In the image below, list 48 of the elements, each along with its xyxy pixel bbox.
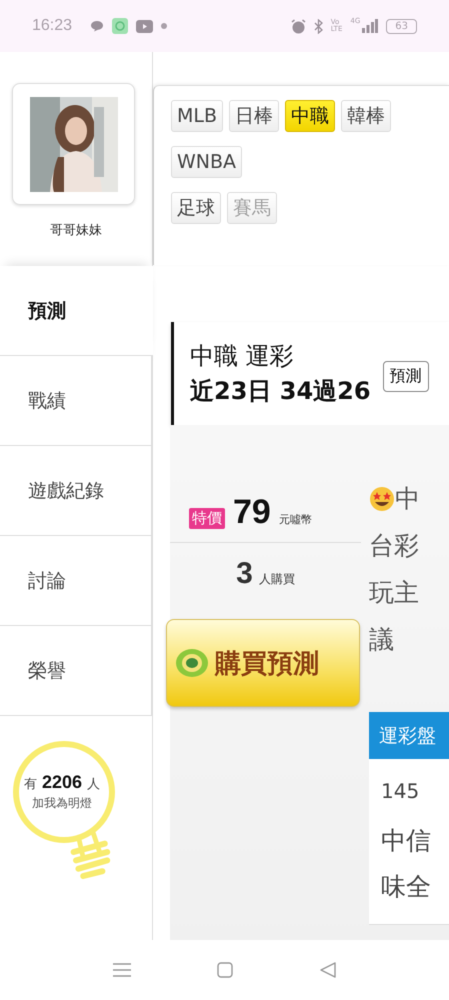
sport-tab[interactable]: WNBA (171, 146, 242, 178)
sport-tab[interactable]: 中職 (285, 100, 336, 132)
signal-icon (362, 19, 378, 33)
bluetooth-icon (314, 18, 323, 34)
sidebar-item[interactable]: 遊戲紀錄 (0, 446, 152, 536)
chat-icon (90, 20, 104, 32)
alarm-icon (290, 18, 306, 34)
sport-tab[interactable]: 韓棒 (341, 100, 392, 132)
video-icon (136, 20, 154, 32)
table-header: 運彩盤 (369, 712, 449, 759)
app-icon (112, 18, 128, 34)
star-eyes-emoji-icon (369, 486, 395, 512)
status-time: 16:23 (32, 17, 72, 35)
sport-tab[interactable]: 日棒 (229, 100, 280, 132)
dot-icon (161, 23, 168, 29)
price-unit: 元噓幣 (278, 512, 312, 527)
prediction-button[interactable]: 預測 (382, 361, 429, 392)
header-title: 中職 運彩 (190, 340, 295, 372)
menu-icon[interactable] (113, 963, 132, 977)
team-name: 中信 (381, 824, 432, 856)
fans-suffix: 人 (87, 776, 100, 793)
description-text: 玩主 (369, 577, 419, 609)
home-icon[interactable] (217, 962, 234, 978)
description-text: 議 (369, 624, 394, 656)
profile-card[interactable] (12, 83, 135, 205)
buyer-count: 3 (236, 557, 253, 591)
fans-prefix: 有 (24, 776, 37, 793)
sale-badge: 特價 (189, 508, 225, 529)
price: 79 (233, 493, 271, 532)
sport-tab[interactable]: MLB (171, 100, 224, 132)
fans-count: 2206 (42, 772, 82, 793)
team-name: 味全 (381, 870, 432, 902)
buy-button[interactable]: 購買預測 (166, 619, 360, 707)
battery-level: 63 (386, 18, 417, 34)
back-icon[interactable] (320, 962, 336, 978)
coin-icon (175, 648, 209, 678)
sidebar-item[interactable]: 榮譽 (0, 626, 152, 716)
sidebar-item[interactable]: 討論 (0, 536, 152, 626)
game-number: 145 (381, 778, 420, 805)
sidebar-item[interactable]: 預測 (0, 266, 153, 356)
buyer-label: 人購買 (258, 571, 295, 588)
fans-caption: 加我為明燈 (31, 795, 93, 812)
profile-name: 哥哥妹妹 (49, 222, 103, 239)
description-text: 台彩 (369, 530, 419, 562)
header-record: 近23日 34過26 (190, 376, 371, 406)
sport-tab[interactable]: 足球 (171, 192, 221, 224)
sidebar-item[interactable]: 戰績 (0, 356, 152, 446)
description-text: 中 (395, 483, 420, 515)
